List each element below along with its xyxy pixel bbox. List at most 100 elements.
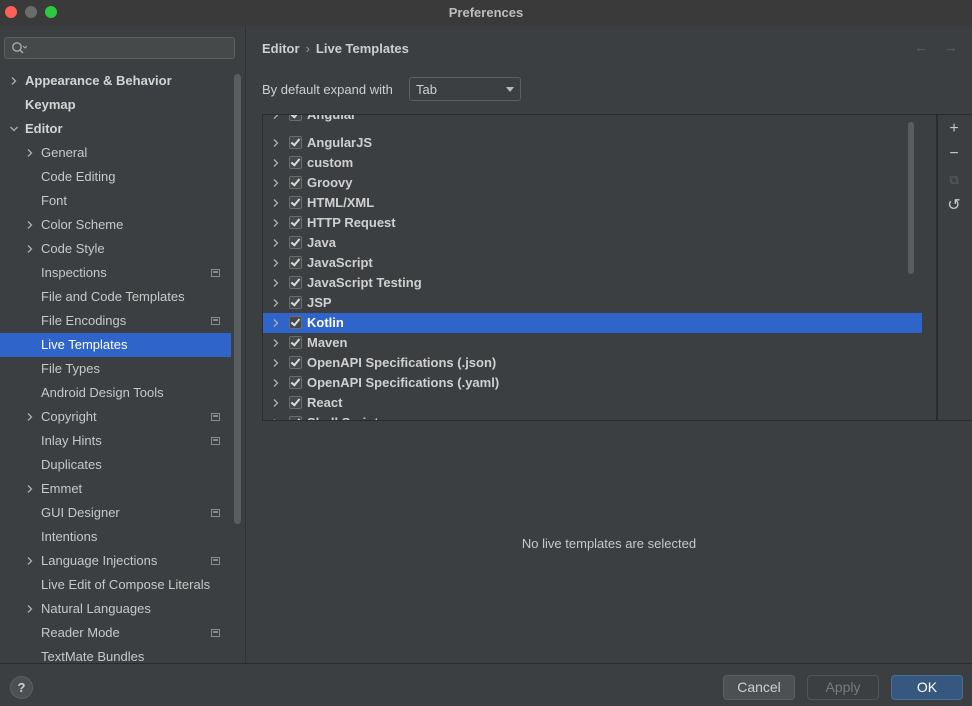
sidebar-item-code-editing[interactable]: Code Editing (0, 165, 231, 189)
sidebar-item-android-design-tools[interactable]: Android Design Tools (0, 381, 231, 405)
group-enabled-checkbox[interactable] (289, 216, 302, 229)
group-enabled-checkbox[interactable] (289, 416, 302, 420)
chevron-right-icon[interactable] (271, 358, 281, 368)
ok-button[interactable]: OK (891, 675, 963, 700)
template-group-row[interactable]: HTML/XML (263, 193, 922, 213)
template-group-row[interactable]: JavaScript Testing (263, 273, 922, 293)
group-enabled-checkbox[interactable] (289, 356, 302, 369)
sidebar-item-keymap[interactable]: Keymap (0, 93, 231, 117)
chevron-down-icon[interactable] (9, 124, 19, 134)
group-enabled-checkbox[interactable] (289, 376, 302, 389)
chevron-right-icon[interactable] (271, 138, 281, 148)
template-group-row[interactable]: Kotlin (263, 313, 922, 333)
template-group-row[interactable]: OpenAPI Specifications (.yaml) (263, 373, 922, 393)
template-list-scrollbar[interactable] (908, 122, 914, 274)
chevron-right-icon[interactable] (25, 484, 35, 494)
settings-search-input[interactable] (4, 37, 235, 59)
sidebar-item-editor[interactable]: Editor (0, 117, 231, 141)
template-group-row[interactable]: Angular (263, 114, 922, 125)
chevron-right-icon[interactable] (271, 298, 281, 308)
group-enabled-checkbox[interactable] (289, 276, 302, 289)
chevron-right-icon[interactable] (25, 412, 35, 422)
sidebar-item-code-style[interactable]: Code Style (0, 237, 231, 261)
chevron-right-icon[interactable] (271, 238, 281, 248)
group-enabled-checkbox[interactable] (289, 256, 302, 269)
chevron-right-icon[interactable] (271, 418, 281, 421)
group-enabled-checkbox[interactable] (289, 296, 302, 309)
chevron-right-icon[interactable] (25, 148, 35, 158)
sidebar-item-live-templates[interactable]: Live Templates (0, 333, 231, 357)
sidebar-item-copyright[interactable]: Copyright (0, 405, 231, 429)
group-enabled-checkbox[interactable] (289, 336, 302, 349)
apply-button[interactable]: Apply (807, 675, 879, 700)
chevron-right-icon[interactable] (271, 158, 281, 168)
chevron-right-icon[interactable] (271, 198, 281, 208)
sidebar-item-language-injections[interactable]: Language Injections (0, 549, 231, 573)
group-enabled-checkbox[interactable] (289, 236, 302, 249)
sidebar-item-color-scheme[interactable]: Color Scheme (0, 213, 231, 237)
group-enabled-checkbox[interactable] (289, 156, 302, 169)
chevron-right-icon[interactable] (271, 318, 281, 328)
sidebar-item-general[interactable]: General (0, 141, 231, 165)
forward-arrow-icon[interactable]: → (943, 39, 958, 56)
template-group-row[interactable]: Shell Script (263, 413, 922, 421)
sidebar-item-appearance-behavior[interactable]: Appearance & Behavior (0, 69, 231, 93)
cancel-button[interactable]: Cancel (723, 675, 795, 700)
chevron-right-icon[interactable] (9, 76, 19, 86)
sidebar-item-inlay-hints[interactable]: Inlay Hints (0, 429, 231, 453)
navigation-arrows: ← → (900, 39, 958, 56)
chevron-right-icon[interactable] (271, 338, 281, 348)
sidebar-item-inspections[interactable]: Inspections (0, 261, 231, 285)
group-enabled-checkbox[interactable] (289, 115, 302, 121)
breadcrumb-parent[interactable]: Editor (262, 41, 300, 56)
template-group-row[interactable]: JavaScript (263, 253, 922, 273)
group-enabled-checkbox[interactable] (289, 316, 302, 329)
sidebar-item-textmate-bundles[interactable]: TextMate Bundles (0, 645, 231, 663)
template-group-row[interactable]: JSP (263, 293, 922, 313)
sidebar-item-duplicates[interactable]: Duplicates (0, 453, 231, 477)
sidebar-item-file-and-code-templates[interactable]: File and Code Templates (0, 285, 231, 309)
group-enabled-checkbox[interactable] (289, 396, 302, 409)
template-group-row[interactable]: Groovy (263, 173, 922, 193)
sidebar-item-file-encodings[interactable]: File Encodings (0, 309, 231, 333)
sidebar-item-label: Android Design Tools (41, 385, 164, 400)
chevron-right-icon[interactable] (271, 218, 281, 228)
chevron-right-icon[interactable] (25, 556, 35, 566)
chevron-right-icon[interactable] (271, 278, 281, 288)
group-enabled-checkbox[interactable] (289, 176, 302, 189)
template-group-row[interactable]: Maven (263, 333, 922, 353)
sidebar-item-intentions[interactable]: Intentions (0, 525, 231, 549)
chevron-right-icon[interactable] (25, 244, 35, 254)
sidebar-scrollbar[interactable] (234, 74, 241, 524)
group-enabled-checkbox[interactable] (289, 136, 302, 149)
chevron-right-icon[interactable] (271, 378, 281, 388)
template-group-row[interactable]: Java (263, 233, 922, 253)
chevron-right-icon[interactable] (25, 220, 35, 230)
chevron-right-icon[interactable] (271, 178, 281, 188)
chevron-right-icon[interactable] (271, 258, 281, 268)
template-group-row[interactable]: HTTP Request (263, 213, 922, 233)
help-button[interactable]: ? (10, 676, 33, 699)
remove-template-button[interactable]: − (946, 146, 962, 162)
sidebar-item-font[interactable]: Font (0, 189, 231, 213)
expand-with-select[interactable]: Tab (409, 77, 521, 101)
template-group-row[interactable]: React (263, 393, 922, 413)
sidebar-item-label: Language Injections (41, 553, 158, 568)
add-template-button[interactable]: + (946, 121, 962, 137)
sidebar-item-gui-designer[interactable]: GUI Designer (0, 501, 231, 525)
copy-template-button[interactable]: ⧉ (946, 172, 962, 188)
back-arrow-icon[interactable]: ← (914, 39, 929, 56)
sidebar-item-reader-mode[interactable]: Reader Mode (0, 621, 231, 645)
template-group-row[interactable]: OpenAPI Specifications (.json) (263, 353, 922, 373)
chevron-right-icon[interactable] (271, 398, 281, 408)
template-group-row[interactable]: AngularJS (263, 133, 922, 153)
sidebar-item-emmet[interactable]: Emmet (0, 477, 231, 501)
sidebar-item-live-edit-of-compose-literals[interactable]: Live Edit of Compose Literals (0, 573, 231, 597)
restore-defaults-button[interactable]: ↺ (946, 198, 962, 214)
sidebar-item-file-types[interactable]: File Types (0, 357, 231, 381)
template-group-row[interactable]: custom (263, 153, 922, 173)
chevron-right-icon[interactable] (271, 114, 281, 120)
sidebar-item-natural-languages[interactable]: Natural Languages (0, 597, 231, 621)
group-enabled-checkbox[interactable] (289, 196, 302, 209)
chevron-right-icon[interactable] (25, 604, 35, 614)
